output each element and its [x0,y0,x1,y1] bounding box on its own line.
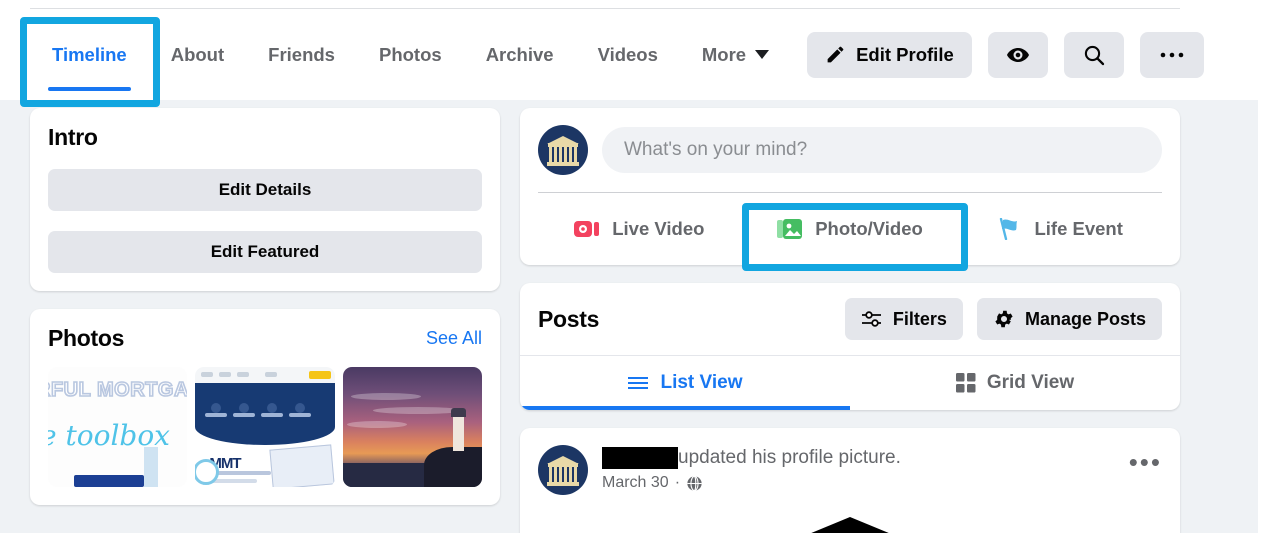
post-author-avatar[interactable] [538,445,588,495]
photos-card: Photos See All RFUL MORTGAG e toolbox [30,309,500,505]
post-author-name-redacted [602,447,678,469]
thumb-browser-bar [195,367,335,383]
thumb-cliff [423,447,482,487]
thumb-window [269,444,335,487]
edit-profile-label: Edit Profile [856,43,954,65]
thumb-lighthouse-tower [452,415,464,451]
post-separator: · [674,474,681,491]
intro-card: Intro Edit Details Edit Featured [30,108,500,291]
live-video-icon [574,219,600,239]
left-column: Intro Edit Details Edit Featured Photos … [30,108,500,505]
live-video-button[interactable]: Live Video [534,193,745,265]
filters-button[interactable]: Filters [844,298,963,340]
tab-timeline[interactable]: Timeline [30,13,149,97]
pencil-icon [825,44,846,65]
tab-archive-label: Archive [485,43,554,65]
edit-details-label: Edit Details [218,180,312,199]
globe-icon[interactable] [686,475,703,492]
posts-title: Posts [538,305,600,332]
tab-more-label: More [701,43,747,65]
edit-profile-button[interactable]: Edit Profile [807,31,972,78]
post-action-text: updated his profile picture. [678,447,901,468]
page-right-margin [1258,0,1269,533]
sliders-icon [861,309,883,329]
tab-list-view[interactable]: List View [520,356,850,410]
more-options-button[interactable] [1139,31,1204,78]
intro-title: Intro [48,124,98,150]
tab-videos[interactable]: Videos [576,13,680,97]
list-view-label: List View [660,372,743,393]
photo-thumb-lighthouse-sunset[interactable] [342,367,482,487]
photo-video-button[interactable]: Photo/Video [745,193,956,265]
post-date: March 30 [602,474,669,491]
thumb-sea [342,463,425,487]
photos-thumbnail-grid: RFUL MORTGAG e toolbox [48,367,482,487]
photos-see-all-link[interactable]: See All [426,328,482,349]
profile-navbar: Timeline About Friends Photos Archive Vi… [0,0,1258,100]
tab-videos-label: Videos [597,43,658,65]
thumb-hero [195,383,335,445]
thumb-decoration-2 [74,475,144,487]
posts-card: Posts Filters Manage Posts List View Gri… [520,283,1180,410]
photo-video-icon [777,218,803,240]
composer-input[interactable]: What's on your mind? [602,127,1162,173]
list-icon [627,375,649,391]
tab-more[interactable]: More [680,13,791,97]
tab-photos-label: Photos [378,43,442,65]
tab-friends-label: Friends [268,43,335,65]
eye-icon [1006,43,1030,67]
tab-photos[interactable]: Photos [357,13,464,97]
search-icon [1082,43,1106,67]
manage-posts-label: Manage Posts [1024,308,1146,329]
life-event-button[interactable]: Life Event [955,193,1166,265]
manage-posts-button[interactable]: Manage Posts [976,298,1162,340]
edit-featured-button[interactable]: Edit Featured [48,231,482,273]
chevron-down-icon [755,50,770,59]
thumb-decoration [144,447,158,487]
grid-icon [955,373,976,393]
post-composer-card: What's on your mind? Live Video Photo/Vi… [520,108,1180,265]
grid-view-label: Grid View [986,372,1075,393]
composer-placeholder: What's on your mind? [624,139,808,160]
facebook-profile-page: Timeline About Friends Photos Archive Vi… [0,0,1269,533]
photo-video-label: Photo/Video [815,218,923,239]
right-column: What's on your mind? Live Video Photo/Vi… [520,108,1180,533]
thumb-text-line1: RFUL MORTGAG [48,378,188,402]
photo-thumb-mmt-website[interactable]: MMT [195,367,335,487]
tab-friends[interactable]: Friends [246,13,357,97]
photo-thumb-mortgage-toolbox[interactable]: RFUL MORTGAG e toolbox [48,367,188,487]
post-image[interactable] [520,507,1180,533]
profile-avatar[interactable] [538,125,588,175]
search-button[interactable] [1063,31,1124,78]
edit-details-button[interactable]: Edit Details [48,169,482,211]
gear-icon [993,308,1015,330]
tab-about[interactable]: About [149,13,246,97]
life-event-label: Life Event [1034,218,1123,239]
edit-featured-label: Edit Featured [210,242,320,261]
tab-grid-view[interactable]: Grid View [850,356,1180,410]
live-video-label: Live Video [612,218,705,239]
filters-label: Filters [892,308,947,329]
thumb-lighthouse-top [450,408,466,417]
tab-archive[interactable]: Archive [464,13,576,97]
view-as-button[interactable] [987,31,1048,78]
ellipsis-icon [1159,51,1185,59]
tab-about-label: About [170,43,225,65]
post-card: updated his profile picture. March 30 · … [520,428,1180,533]
photos-title: Photos [48,325,125,351]
tab-timeline-label: Timeline [52,43,127,65]
post-menu-button[interactable]: ••• [1129,445,1162,475]
post-image-shape [700,517,1000,533]
life-event-icon [998,218,1022,240]
